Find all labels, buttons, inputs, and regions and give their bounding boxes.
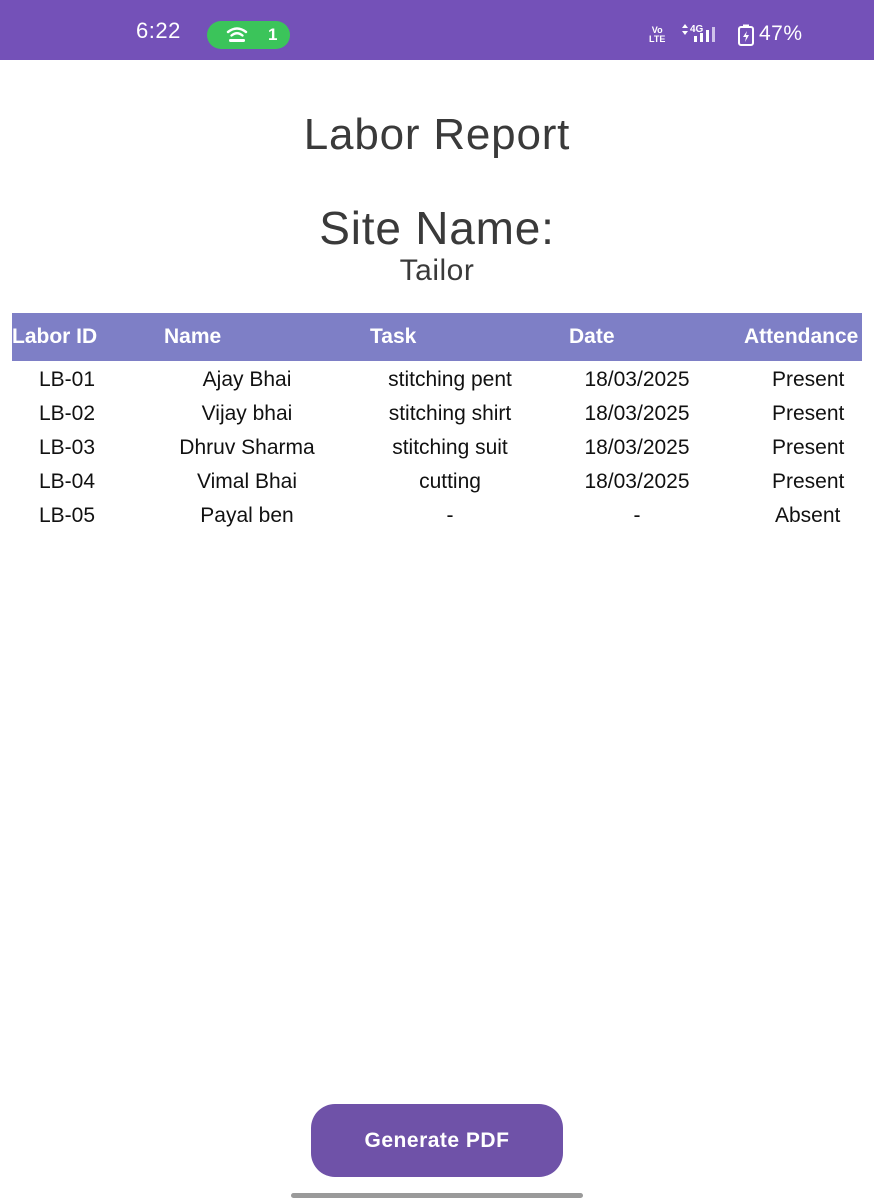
- home-indicator[interactable]: [291, 1193, 583, 1198]
- hotspot-icon: [226, 27, 248, 42]
- cell-labor-id: LB-03: [38, 436, 96, 459]
- volte-bottom: LTE: [649, 34, 666, 44]
- cell-name: Vijay bhai: [201, 402, 293, 425]
- volte-icon: Vo LTE: [649, 26, 665, 44]
- cell-task: stitching shirt: [388, 402, 512, 425]
- cell-task: -: [446, 504, 454, 527]
- cell-task: stitching pent: [388, 368, 512, 391]
- table-row: LB-03 Dhruv Sharma stitching suit 18/03/…: [12, 431, 862, 465]
- cell-attendance: Present: [772, 470, 845, 493]
- status-time: 6:22: [136, 18, 181, 43]
- status-bar: 6:22 1 Vo LTE 4G 47%: [0, 0, 874, 60]
- battery-percent: 47%: [759, 22, 803, 45]
- site-name-value: Tailor: [399, 254, 475, 287]
- cell-name: Ajay Bhai: [202, 368, 292, 391]
- cell-name: Vimal Bhai: [197, 470, 297, 493]
- cell-labor-id: LB-05: [38, 504, 96, 527]
- cell-attendance: Absent: [775, 504, 841, 527]
- header-task: Task: [370, 325, 417, 348]
- cell-date: 18/03/2025: [584, 368, 690, 391]
- header-name: Name: [164, 325, 222, 348]
- cell-labor-id: LB-01: [38, 368, 96, 391]
- cell-date: 18/03/2025: [584, 436, 690, 459]
- cell-date: 18/03/2025: [584, 470, 690, 493]
- header-date: Date: [569, 325, 615, 348]
- cell-task: stitching suit: [392, 436, 508, 459]
- header-labor-id: Labor ID: [12, 325, 98, 348]
- cell-labor-id: LB-04: [38, 470, 96, 493]
- hotspot-count: 1: [268, 25, 278, 44]
- table-header: Labor ID Name Task Date Attendance: [12, 313, 862, 361]
- battery-icon: [738, 24, 754, 46]
- labor-table: Labor ID Name Task Date Attendance LB-01…: [12, 313, 862, 553]
- cell-attendance: Present: [772, 368, 845, 391]
- page-title: Labor Report: [303, 110, 571, 159]
- table-row: LB-02 Vijay bhai stitching shirt 18/03/2…: [12, 397, 862, 431]
- table-row: LB-04 Vimal Bhai cutting 18/03/2025 Pres…: [12, 465, 862, 499]
- generate-pdf-button[interactable]: Generate PDF: [311, 1104, 563, 1177]
- site-name-label: Site Name:: [319, 202, 555, 254]
- cell-date: 18/03/2025: [584, 402, 690, 425]
- cell-name: Payal ben: [200, 504, 294, 527]
- cell-attendance: Present: [772, 436, 845, 459]
- cell-labor-id: LB-02: [38, 402, 96, 425]
- table-row: LB-01 Ajay Bhai stitching pent 18/03/202…: [12, 363, 862, 397]
- cell-date: -: [633, 504, 641, 527]
- cell-attendance: Present: [772, 402, 845, 425]
- cell-name: Dhruv Sharma: [179, 436, 315, 459]
- header-attendance: Attendance: [744, 325, 859, 348]
- signal-icon: 4G: [682, 24, 715, 42]
- cell-task: cutting: [419, 470, 481, 493]
- hotspot-indicator[interactable]: 1: [207, 21, 290, 49]
- table-row: LB-05 Payal ben - - Absent: [12, 499, 862, 533]
